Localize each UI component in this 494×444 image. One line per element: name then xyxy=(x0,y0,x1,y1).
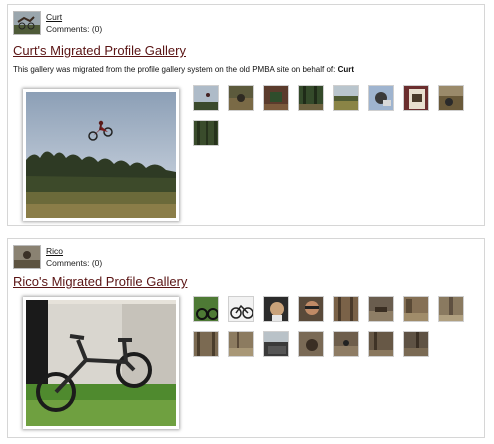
gallery-thumbnail[interactable] xyxy=(228,296,254,322)
gallery-thumbnail[interactable] xyxy=(193,85,219,111)
gallery-description: This gallery was migrated from the profi… xyxy=(13,65,354,74)
gallery-card-rico: Rico Comments: (0) Rico's Migrated Profi… xyxy=(7,238,485,438)
comment-count: Comments: (0) xyxy=(46,24,103,34)
gallery-thumbnail[interactable] xyxy=(193,120,219,146)
gallery-thumbnail[interactable] xyxy=(368,296,394,322)
owner-name-link[interactable]: Curt xyxy=(46,12,62,22)
gallery-thumbnail[interactable] xyxy=(228,85,254,111)
gallery-thumbnail[interactable] xyxy=(368,331,394,357)
gallery-thumbnail[interactable] xyxy=(263,85,289,111)
gallery-thumbnail[interactable] xyxy=(263,331,289,357)
gallery-thumbnail[interactable] xyxy=(438,85,464,111)
gallery-thumbnail[interactable] xyxy=(403,331,429,357)
gallery-thumbnail[interactable] xyxy=(263,296,289,322)
gallery-title-link[interactable]: Rico's Migrated Profile Gallery xyxy=(13,274,187,289)
gallery-thumbnail[interactable] xyxy=(193,331,219,357)
gallery-thumbnail[interactable] xyxy=(333,331,359,357)
description-text: This gallery was migrated from the profi… xyxy=(13,65,338,74)
gallery-thumbnail[interactable] xyxy=(298,331,324,357)
gallery-thumbnail[interactable] xyxy=(333,85,359,111)
gallery-thumbnail[interactable] xyxy=(228,331,254,357)
gallery-thumbnail[interactable] xyxy=(193,296,219,322)
gallery-thumbnail[interactable] xyxy=(368,85,394,111)
gallery-cover-photo[interactable] xyxy=(23,89,179,221)
gallery-title-link[interactable]: Curt's Migrated Profile Gallery xyxy=(13,43,186,58)
owner-name-link[interactable]: Rico xyxy=(46,246,63,256)
gallery-thumbnail[interactable] xyxy=(438,296,464,322)
gallery-thumbnail[interactable] xyxy=(298,85,324,111)
gallery-thumbnail[interactable] xyxy=(333,296,359,322)
avatar[interactable] xyxy=(13,245,41,269)
gallery-card-curt: Curt Comments: (0) Curt's Migrated Profi… xyxy=(7,4,485,226)
comment-count: Comments: (0) xyxy=(46,258,103,268)
description-owner: Curt xyxy=(337,65,355,74)
gallery-thumbnail[interactable] xyxy=(403,296,429,322)
avatar[interactable] xyxy=(13,11,41,35)
gallery-thumbnail[interactable] xyxy=(403,85,429,111)
gallery-thumbnail[interactable] xyxy=(298,296,324,322)
gallery-cover-photo[interactable] xyxy=(23,297,179,429)
